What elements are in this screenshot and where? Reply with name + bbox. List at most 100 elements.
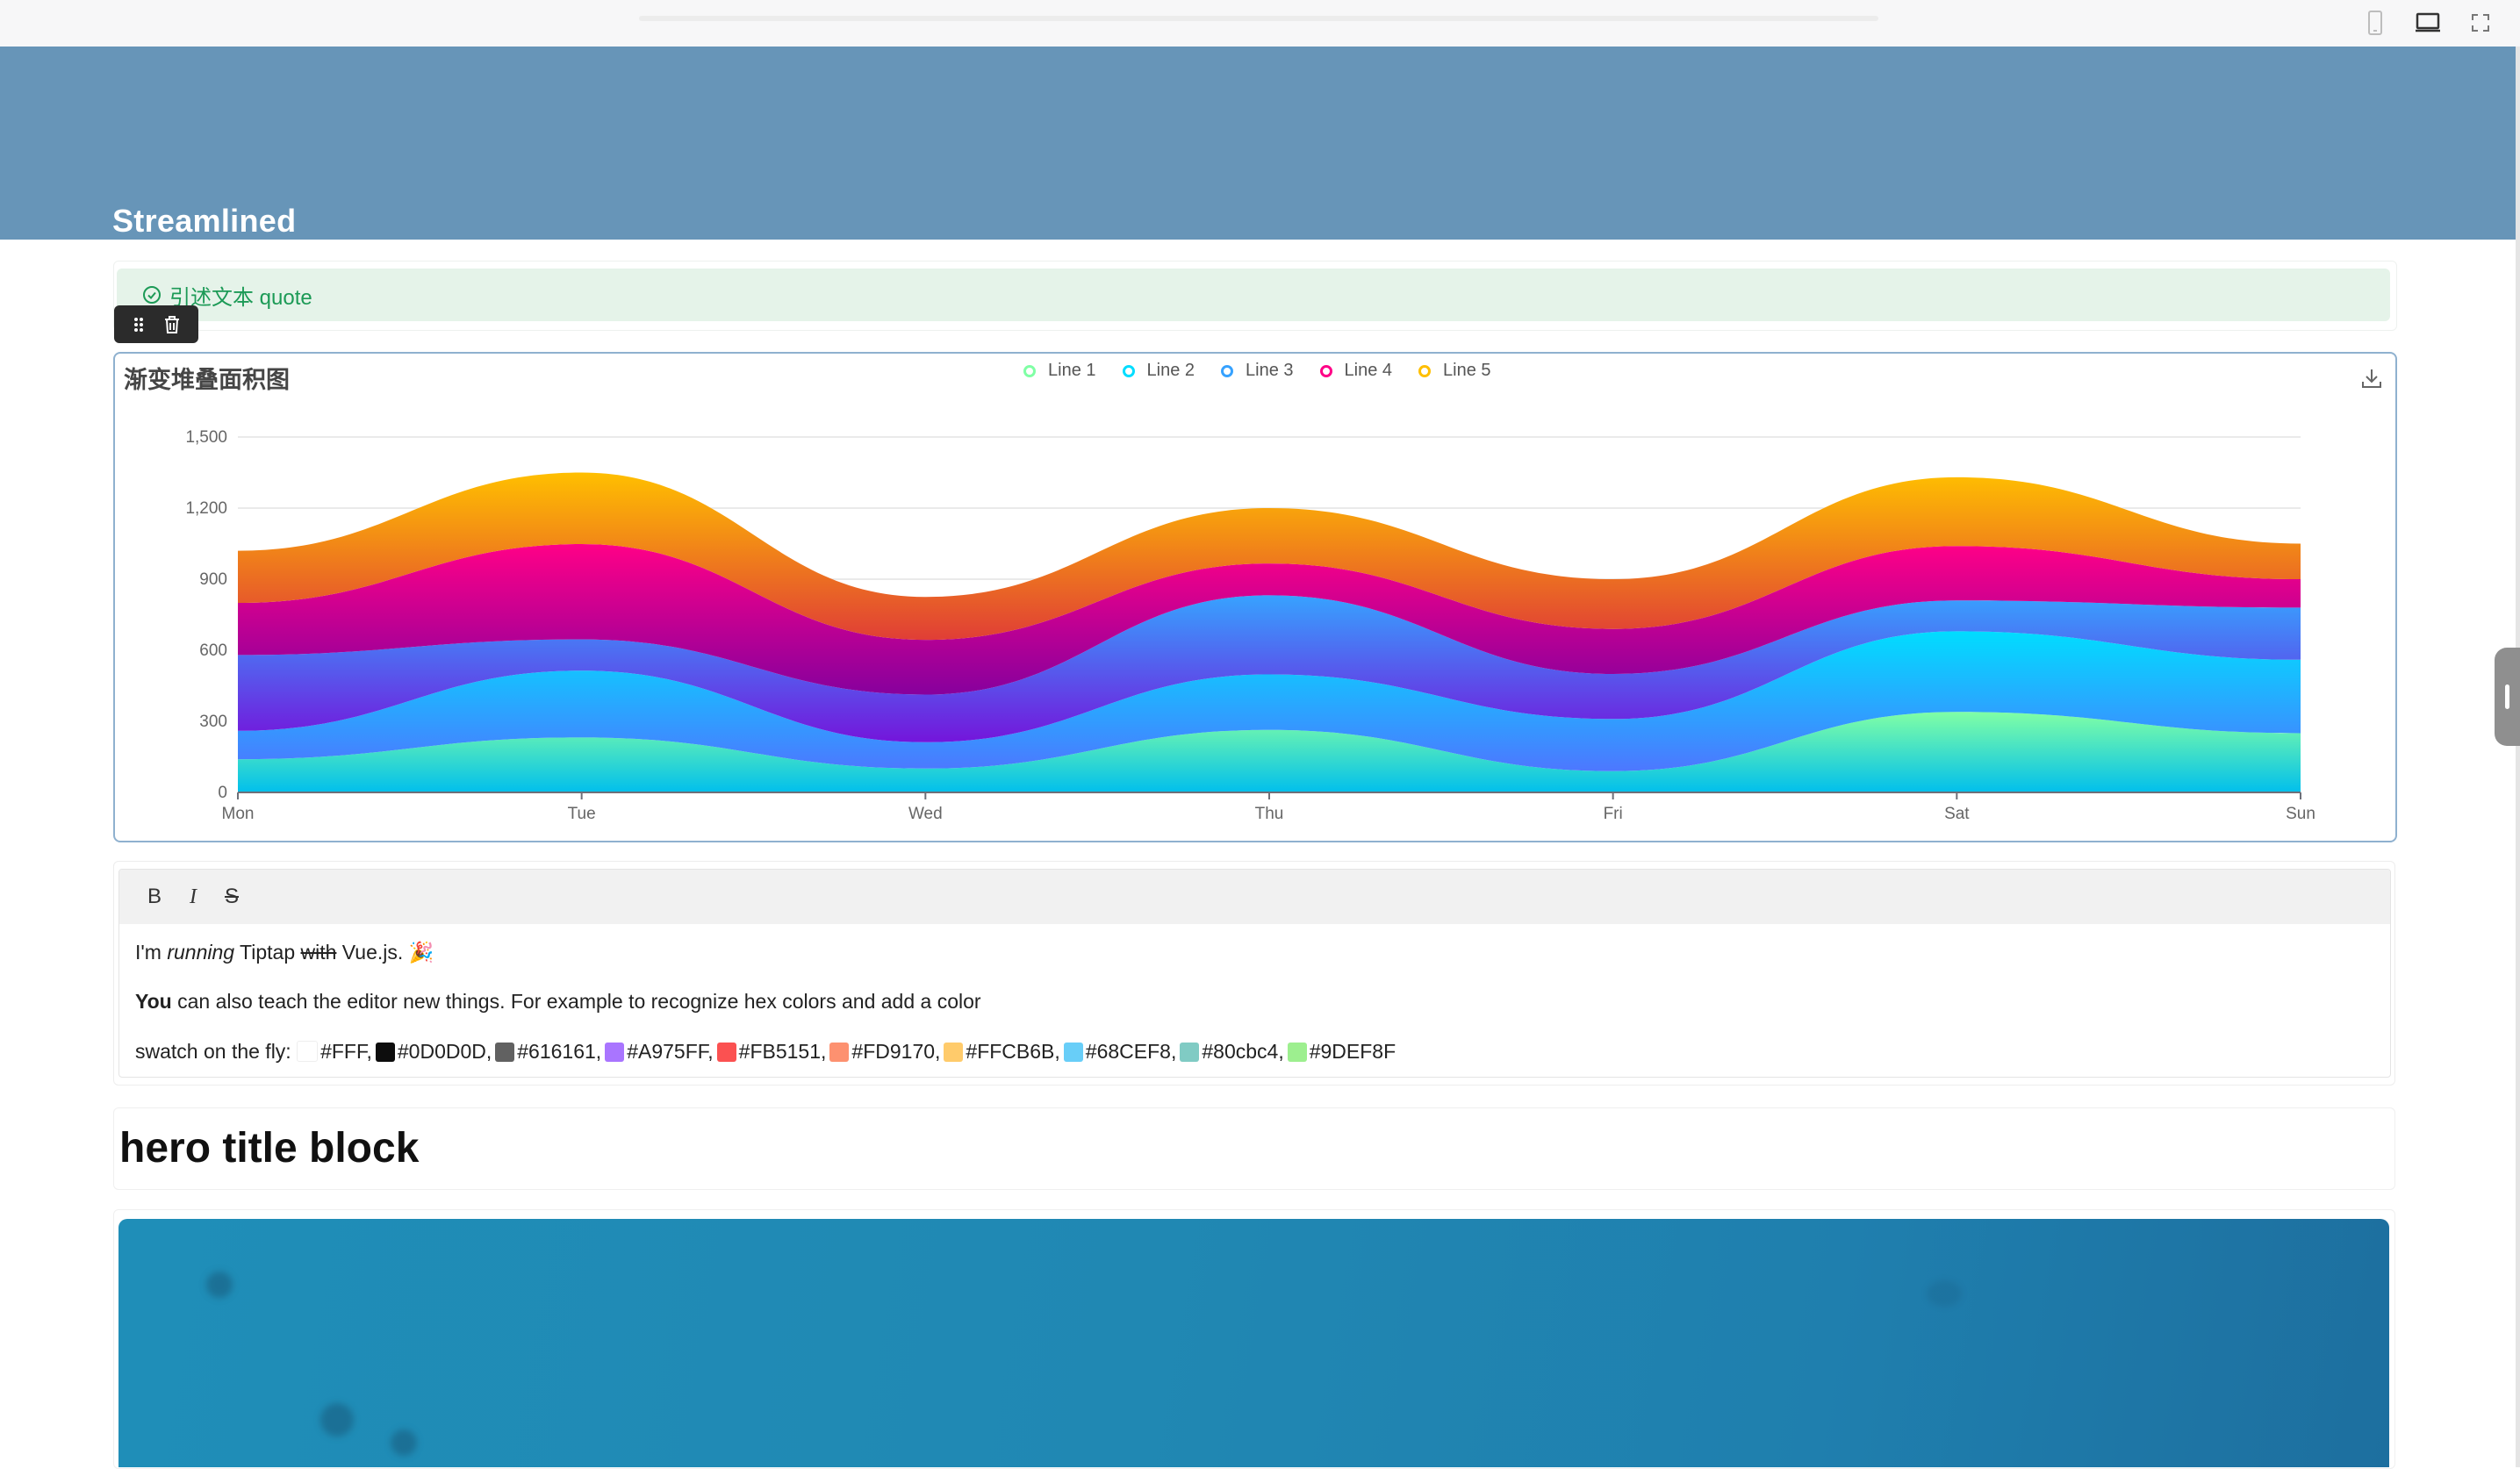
editor-paragraph: I'm running Tiptap with Vue.js. 🎉 <box>135 924 2374 977</box>
x-tick-label: Wed <box>908 805 943 823</box>
legend-item[interactable]: Line 3 <box>1221 361 1294 381</box>
editor-content[interactable]: I'm running Tiptap with Vue.js. 🎉 You ca… <box>119 924 2390 1077</box>
y-tick-label: 0 <box>218 784 227 802</box>
color-swatch-chip: #FD9170, <box>829 1040 940 1063</box>
y-tick-label: 900 <box>199 570 227 589</box>
legend-item[interactable]: Line 5 <box>1418 361 1491 381</box>
x-tick-label: Sun <box>2286 805 2315 823</box>
hero-title: hero title block <box>119 1125 420 1172</box>
color-swatch-label: #616161, <box>517 1040 602 1063</box>
color-swatch-chip: #0D0D0D, <box>375 1040 492 1063</box>
hero-image <box>118 1219 2389 1467</box>
check-circle-icon <box>141 284 162 305</box>
y-tick-label: 1,200 <box>185 499 227 518</box>
color-swatch-chip: #A975FF, <box>605 1040 714 1063</box>
scrollbar[interactable] <box>2516 47 2520 1467</box>
color-swatch <box>829 1043 850 1062</box>
x-tick-label: Mon <box>222 805 255 823</box>
color-swatch-label: #0D0D0D, <box>397 1040 492 1063</box>
chart-legend: Line 1 Line 2 Line 3 Line 4 Line 5 <box>1023 361 1491 381</box>
color-swatch <box>495 1043 515 1062</box>
x-tick-label: Thu <box>1255 805 1284 823</box>
download-icon[interactable] <box>2360 367 2385 391</box>
legend-item[interactable]: Line 4 <box>1319 361 1393 381</box>
color-swatch <box>375 1043 395 1062</box>
y-tick-label: 600 <box>199 641 227 660</box>
toolbar-track <box>639 16 1878 21</box>
strike-text: with <box>300 941 337 964</box>
top-toolbar <box>0 0 2520 47</box>
text-run: Vue.js. 🎉 <box>336 941 434 964</box>
chart-title: 渐变堆叠面积图 <box>124 367 290 393</box>
strike-button[interactable]: S <box>219 885 244 909</box>
color-swatch <box>716 1043 736 1062</box>
color-swatch-chip: #68CEF8, <box>1063 1040 1177 1063</box>
text-run: Tiptap <box>234 941 301 964</box>
desktop-icon[interactable] <box>2412 7 2444 39</box>
color-swatch-chip: #80cbc4, <box>1180 1040 1284 1063</box>
legend-label: Line 1 <box>1048 361 1096 380</box>
trash-icon[interactable] <box>163 315 181 334</box>
legend-marker <box>1023 364 1036 377</box>
color-swatch-label: #FFF, <box>320 1040 372 1063</box>
side-panel-handle[interactable] <box>2495 648 2520 746</box>
legend-label: Line 5 <box>1443 361 1491 380</box>
editor-paragraph: You can also teach the editor new things… <box>135 977 2374 1027</box>
color-swatch <box>1180 1043 1200 1062</box>
color-swatch-label: #80cbc4, <box>1202 1040 1284 1063</box>
x-tick-label: Fri <box>1604 805 1623 823</box>
image-speck <box>391 1430 417 1456</box>
hero-block: hero title block <box>113 1107 2395 1190</box>
page-title: Streamlined <box>112 203 297 239</box>
color-swatch-chip: #9DEF8F <box>1287 1040 1396 1063</box>
legend-marker <box>1221 364 1233 377</box>
bold-text: You <box>135 990 172 1013</box>
text-run: swatch on the fly: <box>135 1040 298 1063</box>
bold-button[interactable]: B <box>142 885 167 909</box>
color-swatch-label: #FB5151, <box>738 1040 827 1063</box>
color-swatch-label: #FFCB6B, <box>966 1040 1060 1063</box>
x-tick-label: Tue <box>568 805 596 823</box>
legend-label: Line 3 <box>1246 361 1294 380</box>
color-swatch-label: #68CEF8, <box>1085 1040 1177 1063</box>
color-swatch <box>605 1043 625 1062</box>
image-speck <box>206 1272 233 1298</box>
legend-marker <box>1418 364 1431 377</box>
drag-handle-icon[interactable] <box>132 316 146 333</box>
legend-item[interactable]: Line 1 <box>1023 361 1096 381</box>
color-swatch-label: #9DEF8F <box>1309 1040 1396 1063</box>
color-swatch-chip: #FFF, <box>297 1040 372 1063</box>
x-tick-label: Sat <box>1944 805 1970 823</box>
image-speck <box>320 1403 354 1437</box>
header-banner: Streamlined <box>0 47 2516 240</box>
color-swatch-chip: #FFCB6B, <box>944 1040 1060 1063</box>
color-swatch-label: #FD9170, <box>851 1040 941 1063</box>
color-swatch-chip: #FB5151, <box>716 1040 827 1063</box>
color-swatch <box>1287 1043 1307 1062</box>
mobile-icon[interactable] <box>2359 7 2391 39</box>
italic-text: running <box>167 941 235 964</box>
legend-marker <box>1122 364 1135 377</box>
color-swatch <box>1063 1043 1083 1062</box>
color-swatch <box>944 1043 964 1062</box>
area-chart: 0 300 600 900 1,200 1,500 Mon Tue Wed Thu Fri Sat Su… <box>185 428 2315 823</box>
editor-paragraph: swatch on the fly: #FFF, #0D0D0D, #616161,… <box>135 1027 2374 1077</box>
color-swatch <box>297 1041 319 1062</box>
italic-button[interactable]: I <box>181 885 205 909</box>
editor-toolbar: B I S <box>119 870 2390 924</box>
text-run: I'm <box>135 941 168 964</box>
text-run: can also teach the editor new things. Fo… <box>171 990 981 1013</box>
image-speck <box>1927 1280 1962 1307</box>
y-tick-label: 1,500 <box>185 428 227 447</box>
legend-label: Line 2 <box>1146 361 1195 380</box>
color-swatch-chip: #616161, <box>495 1040 601 1063</box>
legend-marker <box>1319 364 1332 377</box>
y-tick-label: 300 <box>199 713 227 731</box>
fullscreen-icon[interactable] <box>2465 7 2496 39</box>
block-toolbar <box>114 305 198 343</box>
rich-text-editor[interactable]: B I S I'm running Tiptap with Vue.js. 🎉 … <box>118 869 2391 1078</box>
color-swatch-label: #A975FF, <box>627 1040 714 1063</box>
legend-label: Line 4 <box>1344 361 1393 380</box>
legend-item[interactable]: Line 2 <box>1122 361 1195 381</box>
quote: 引述文本 quote <box>117 269 2390 321</box>
